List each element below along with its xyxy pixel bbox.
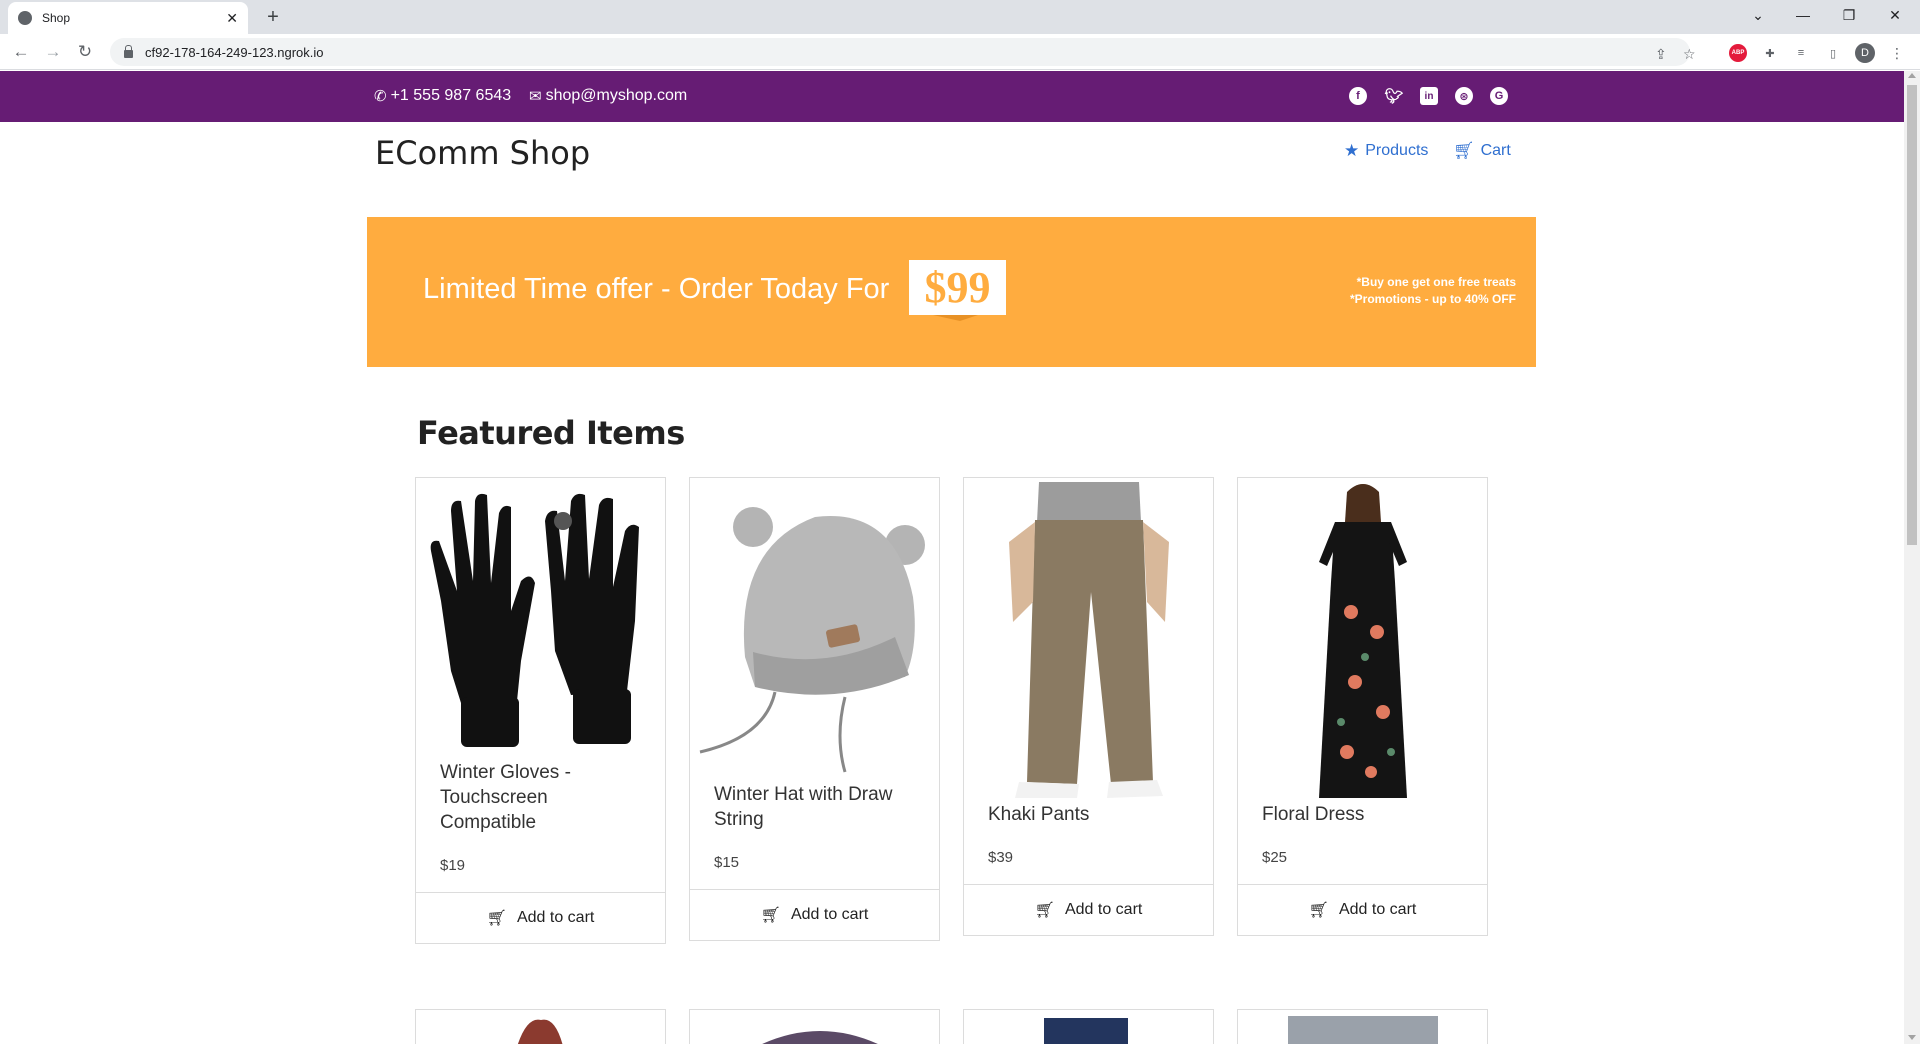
banner-note-2: *Promotions - up to 40% OFF (1349, 292, 1516, 306)
banner-headline: Limited Time offer - Order Today For (423, 273, 890, 305)
page-viewport: ✆ +1 555 987 6543 ✉ shop@myshop.com f 🐦︎… (0, 71, 1904, 1044)
lock-icon (124, 44, 133, 58)
adblock-icon[interactable]: ABP (1729, 44, 1747, 62)
product-title[interactable]: Khaki Pants (988, 802, 1189, 827)
add-to-cart-button[interactable]: 🛒︎ Add to cart (690, 889, 939, 940)
cart-icon: 🛒︎ (486, 910, 507, 927)
brand-logo[interactable]: EComm Shop (375, 134, 590, 172)
dribbble-icon[interactable]: ⊛ (1455, 87, 1473, 105)
email-text: shop@myshop.com (545, 87, 688, 104)
share-icon[interactable]: ⇪ (1655, 46, 1667, 63)
product-price: $25 (1262, 849, 1288, 866)
product-card[interactable]: Khaki Pants $39 🛒︎ Add to cart (963, 477, 1214, 936)
cart-icon: 🛒︎ (760, 907, 781, 924)
product-card[interactable]: Winter Hat with Draw String $15 🛒︎ Add t… (689, 477, 940, 941)
restore-button[interactable]: ❐ (1826, 0, 1872, 30)
add-to-cart-label: Add to cart (1338, 901, 1417, 918)
linkedin-icon[interactable]: in (1420, 87, 1438, 105)
phone-text: +1 555 987 6543 (390, 87, 512, 104)
add-to-cart-label: Add to cart (790, 906, 869, 923)
close-tab-icon[interactable]: ✕ (226, 10, 238, 27)
menu-icon[interactable]: ⋮ (1888, 44, 1906, 62)
product-title[interactable]: Winter Hat with Draw String (714, 782, 915, 832)
profile-avatar[interactable]: D (1855, 43, 1875, 63)
browser-tab-bar: Shop ✕ + ⌄ — ❐ ✕ (0, 0, 1920, 34)
nav-cart-label: Cart (1480, 142, 1511, 159)
product-price: $15 (714, 854, 740, 871)
phone-icon: ✆ (374, 88, 387, 105)
banner-price-box: $99 (909, 260, 1006, 315)
add-to-cart-label: Add to cart (1064, 901, 1143, 918)
scroll-thumb[interactable] (1907, 85, 1917, 545)
url-text: cf92-178-164-249-123.ngrok.io (145, 44, 324, 60)
browser-tab[interactable]: Shop ✕ (8, 2, 248, 34)
product-price: $39 (988, 849, 1014, 866)
product-image-pants[interactable] (964, 478, 1213, 802)
top-contact-bar: ✆ +1 555 987 6543 ✉ shop@myshop.com f 🐦︎… (0, 71, 1904, 122)
globe-icon (18, 11, 32, 25)
scroll-up-icon[interactable] (1908, 73, 1916, 78)
product-title[interactable]: Floral Dress (1262, 802, 1463, 827)
product-title[interactable]: Winter Gloves - Touchscreen Compatible (440, 760, 641, 835)
back-button[interactable]: ← (8, 40, 34, 64)
product-card-partial[interactable] (1237, 1009, 1488, 1044)
star-icon: ★ (1344, 141, 1360, 160)
browser-toolbar: ← → ↻ cf92-178-164-249-123.ngrok.io ⇪ ☆ … (0, 34, 1920, 70)
twitter-icon[interactable]: 🐦︎ (1384, 87, 1403, 105)
nav-cart[interactable]: 🛒︎ Cart (1453, 141, 1511, 161)
reload-button[interactable]: ↻ (72, 40, 98, 64)
product-card-partial[interactable] (415, 1009, 666, 1044)
add-to-cart-button[interactable]: 🛒︎ Add to cart (1238, 884, 1487, 935)
facebook-icon[interactable]: f (1349, 87, 1367, 105)
google-icon[interactable]: G (1490, 87, 1508, 105)
nav-products[interactable]: ★ Products (1344, 141, 1428, 161)
promo-banner[interactable]: Limited Time offer - Order Today For $99… (367, 217, 1536, 367)
featured-items-title: Featured Items (417, 414, 685, 452)
new-tab-button[interactable]: + (260, 4, 286, 30)
close-window-button[interactable]: ✕ (1872, 0, 1918, 30)
address-bar[interactable]: cf92-178-164-249-123.ngrok.io ⇪ ☆ (110, 38, 1696, 66)
envelope-icon: ✉ (529, 88, 542, 105)
banner-note-1: *Buy one get one free treats (1356, 275, 1516, 289)
add-to-cart-button[interactable]: 🛒︎ Add to cart (416, 892, 665, 943)
product-image-gloves[interactable] (416, 478, 665, 760)
banner-price: $99 (924, 263, 991, 312)
product-price: $19 (440, 857, 466, 874)
product-card[interactable]: Floral Dress $25 🛒︎ Add to cart (1237, 477, 1488, 936)
cart-icon: 🛒︎ (1034, 902, 1055, 919)
media-icon[interactable]: ≡ (1792, 44, 1810, 62)
page-scrollbar[interactable] (1904, 71, 1920, 1044)
product-card[interactable]: Winter Gloves - Touchscreen Compatible $… (415, 477, 666, 944)
cart-icon: 🛒︎ (1453, 141, 1475, 160)
scroll-down-icon[interactable] (1908, 1035, 1916, 1040)
product-card-partial[interactable] (963, 1009, 1214, 1044)
add-to-cart-button[interactable]: 🛒︎ Add to cart (964, 884, 1213, 935)
forward-button[interactable]: → (40, 40, 66, 64)
tab-search-icon[interactable]: ⌄ (1735, 0, 1781, 30)
email-contact[interactable]: ✉ shop@myshop.com (529, 87, 687, 105)
price-ribbon-fold (933, 315, 978, 321)
side-panel-icon[interactable]: ▯ (1824, 44, 1842, 62)
product-image-hat[interactable] (690, 478, 939, 782)
bookmark-star-icon[interactable]: ☆ (1683, 46, 1696, 63)
tab-title: Shop (42, 11, 71, 25)
phone-contact[interactable]: ✆ +1 555 987 6543 (374, 87, 511, 105)
nav-products-label: Products (1365, 142, 1429, 159)
minimize-button[interactable]: — (1780, 0, 1826, 30)
add-to-cart-label: Add to cart (516, 909, 595, 926)
extensions-icon[interactable]: ✚ (1761, 44, 1779, 62)
product-card-partial[interactable] (689, 1009, 940, 1044)
product-image-dress[interactable] (1238, 478, 1487, 802)
cart-icon: 🛒︎ (1308, 902, 1329, 919)
